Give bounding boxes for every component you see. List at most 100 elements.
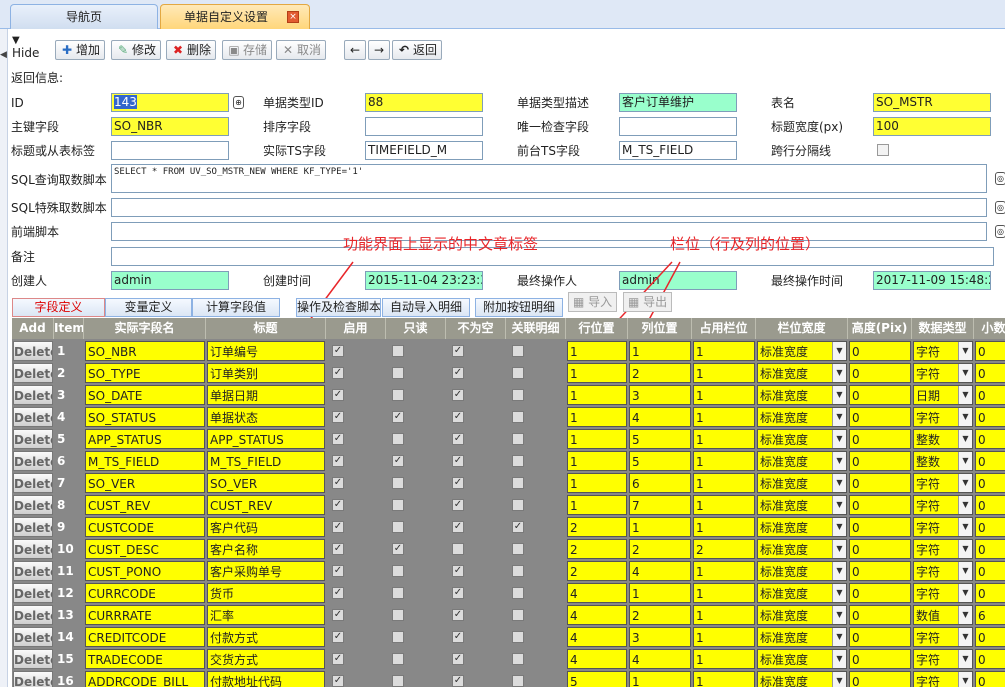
title-input[interactable]: 客户代码 [207,517,325,537]
column-width-select[interactable]: 标准宽度 ▼ [757,385,847,405]
decimals-input[interactable]: 0 [975,539,1005,559]
delete-row-button[interactable]: Delete [13,649,53,669]
frontend-script-textarea[interactable] [111,222,987,241]
data-type-select[interactable]: 字符 ▼ [913,649,973,669]
title-input[interactable]: 订单编号 [207,341,325,361]
readonly-checkbox[interactable]: ✓ [392,455,404,467]
linked-detail-checkbox[interactable] [512,389,524,401]
col-position-input[interactable]: 2 [629,363,691,383]
chevron-down-icon[interactable]: ▼ [832,584,846,602]
decimals-input[interactable]: 0 [975,473,1005,493]
notnull-checkbox[interactable]: ✓ [452,345,464,357]
col-position-input[interactable]: 3 [629,627,691,647]
field-name-input[interactable]: SO_DATE [85,385,205,405]
decimals-input[interactable]: 0 [975,671,1005,687]
cross-line-checkbox[interactable] [877,144,889,156]
col-position-input[interactable]: 1 [629,341,691,361]
linked-detail-checkbox[interactable] [512,587,524,599]
enabled-checkbox[interactable]: ✓ [332,389,344,401]
field-name-input[interactable]: ADDRCODE_BILL [85,671,205,687]
row-position-input[interactable]: 4 [567,583,627,603]
title-input[interactable]: SO_VER [207,473,325,493]
chevron-down-icon[interactable]: ▼ [958,408,972,426]
readonly-checkbox[interactable] [392,653,404,665]
data-type-select[interactable]: 字符 ▼ [913,495,973,515]
notnull-checkbox[interactable]: ✓ [452,675,464,687]
decimals-input[interactable]: 0 [975,385,1005,405]
data-type-select[interactable]: 字符 ▼ [913,473,973,493]
field-name-input[interactable]: CURRCODE [85,583,205,603]
decimals-input[interactable]: 0 [975,363,1005,383]
row-position-input[interactable]: 2 [567,561,627,581]
chevron-down-icon[interactable]: ▼ [958,452,972,470]
enabled-checkbox[interactable]: ✓ [332,675,344,687]
readonly-checkbox[interactable] [392,521,404,533]
script-editor-icon[interactable]: ◎ [995,201,1005,214]
notnull-checkbox[interactable]: ✓ [452,521,464,533]
chevron-down-icon[interactable]: ▼ [958,474,972,492]
field-name-input[interactable]: SO_TYPE [85,363,205,383]
span-columns-input[interactable]: 1 [693,649,755,669]
notnull-checkbox[interactable]: ✓ [452,389,464,401]
field-name-input[interactable]: SO_VER [85,473,205,493]
height-input[interactable]: 0 [849,649,911,669]
title-input[interactable]: APP_STATUS [207,429,325,449]
row-position-input[interactable]: 1 [567,363,627,383]
readonly-checkbox[interactable] [392,477,404,489]
delete-row-button[interactable]: Delete [13,407,53,427]
chevron-down-icon[interactable]: ▼ [832,364,846,382]
chevron-down-icon[interactable]: ▼ [832,650,846,668]
col-position-input[interactable]: 4 [629,407,691,427]
chevron-down-icon[interactable]: ▼ [958,672,972,687]
column-width-select[interactable]: 标准宽度 ▼ [757,407,847,427]
subtab-operation-check-script[interactable]: 操作及检查脚本 [296,298,381,317]
column-width-select[interactable]: 标准宽度 ▼ [757,583,847,603]
chevron-down-icon[interactable]: ▼ [958,540,972,558]
table-name-field[interactable]: SO_MSTR [873,93,991,112]
chevron-down-icon[interactable]: ▼ [958,650,972,668]
title-width-field[interactable]: 100 [873,117,991,136]
height-input[interactable]: 0 [849,495,911,515]
span-columns-input[interactable]: 1 [693,407,755,427]
delete-row-button[interactable]: Delete [13,495,53,515]
delete-row-button[interactable]: Delete [13,583,53,603]
readonly-checkbox[interactable] [392,389,404,401]
delete-row-button[interactable]: Delete [13,517,53,537]
notnull-checkbox[interactable] [452,543,464,555]
chevron-down-icon[interactable]: ▼ [832,672,846,687]
sql-special-textarea[interactable] [111,198,987,217]
enabled-checkbox[interactable]: ✓ [332,345,344,357]
decimals-input[interactable]: 0 [975,341,1005,361]
linked-detail-checkbox[interactable] [512,345,524,357]
edit-button[interactable]: ✎ 修改 [111,40,162,60]
actual-ts-input[interactable]: TIMEFIELD_M [365,141,483,160]
chevron-down-icon[interactable]: ▼ [958,342,972,360]
row-position-input[interactable]: 1 [567,451,627,471]
column-width-select[interactable]: 标准宽度 ▼ [757,451,847,471]
readonly-checkbox[interactable] [392,587,404,599]
record-icon[interactable]: ⊕ [233,96,244,109]
delete-row-button[interactable]: Delete [13,429,53,449]
span-columns-input[interactable]: 1 [693,341,755,361]
notnull-checkbox[interactable]: ✓ [452,411,464,423]
decimals-input[interactable]: 0 [975,451,1005,471]
return-button[interactable]: ↶ 返回 [392,40,443,60]
title-input[interactable]: 付款地址代码 [207,671,325,687]
script-editor-icon[interactable]: ◎ [995,225,1005,238]
column-width-select[interactable]: 标准宽度 ▼ [757,473,847,493]
notnull-checkbox[interactable]: ✓ [452,609,464,621]
column-width-select[interactable]: 标准宽度 ▼ [757,649,847,669]
doc-type-id-field[interactable]: 88 [365,93,483,112]
title-tag-input[interactable] [111,141,229,160]
span-columns-input[interactable]: 1 [693,583,755,603]
close-icon[interactable]: × [287,11,299,23]
title-input[interactable]: 客户采购单号 [207,561,325,581]
linked-detail-checkbox[interactable] [512,455,524,467]
title-input[interactable]: 单据状态 [207,407,325,427]
delete-row-button[interactable]: Delete [13,539,53,559]
chevron-down-icon[interactable]: ▼ [832,452,846,470]
data-type-select[interactable]: 整数 ▼ [913,451,973,471]
linked-detail-checkbox[interactable] [512,433,524,445]
tab-navigation[interactable]: 导航页 [10,4,158,29]
title-input[interactable]: 交货方式 [207,649,325,669]
